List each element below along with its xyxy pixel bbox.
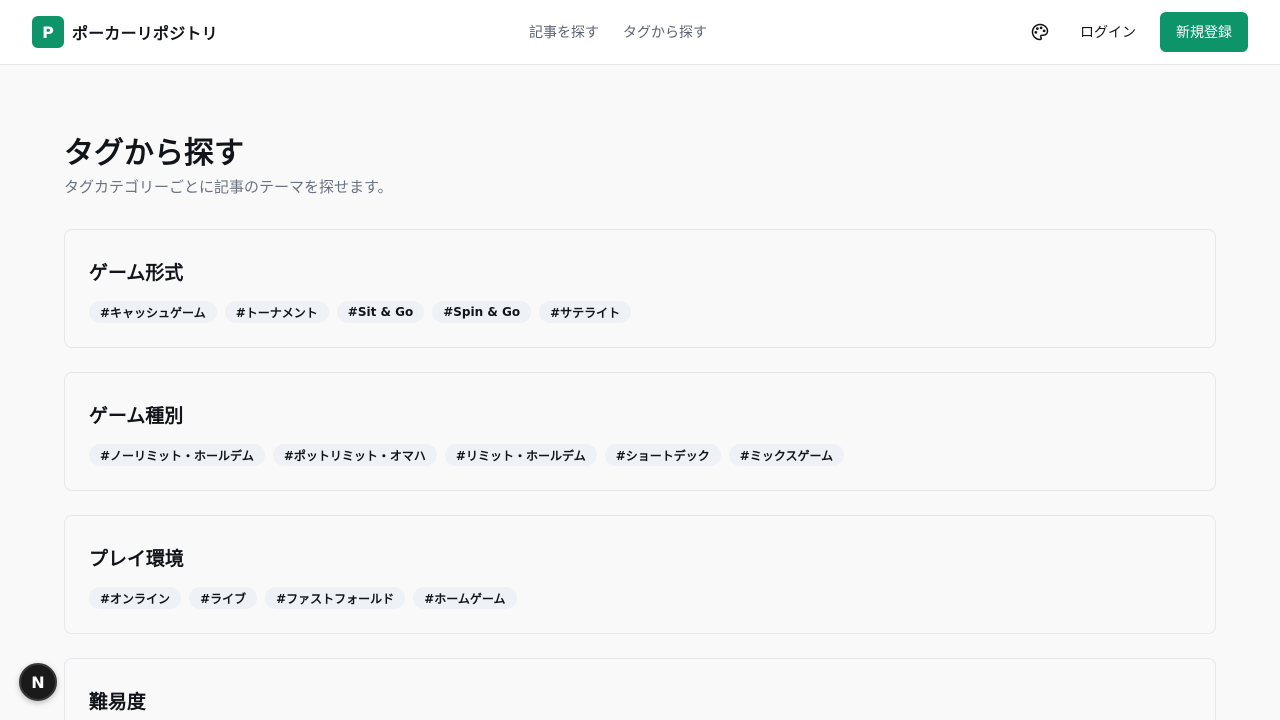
tag-chip[interactable]: #トーナメント (224, 301, 329, 323)
tag-chip[interactable]: #ポットリミット・オマハ (272, 444, 437, 466)
page-title: タグから探す (64, 136, 244, 171)
login-button[interactable]: ログイン (1068, 14, 1148, 50)
section-title: 難易度 (89, 691, 147, 713)
tag-category-game-type: ゲーム種別 #ノーリミット・ホールデム #ポットリミット・オマハ #リミット・ホ… (64, 372, 1216, 491)
nextjs-icon: N (31, 672, 45, 692)
site-header: P ポーカーリポジトリ 記事を探す タグから探す ログイン 新規登録 (0, 0, 1280, 65)
tag-chip[interactable]: #ノーリミット・ホールデム (89, 444, 265, 466)
tag-chip[interactable]: #キャッシュゲーム (89, 301, 217, 323)
tag-chip[interactable]: #ライブ (189, 587, 258, 609)
site-name: ポーカーリポジトリ (72, 24, 218, 43)
tag-chip[interactable]: #オンライン (89, 587, 182, 609)
section-title: プレイ環境 (89, 548, 185, 570)
section-title: ゲーム形式 (89, 262, 184, 284)
nav-item-articles[interactable]: 記事を探す (529, 22, 599, 42)
tag-chip[interactable]: #Sit & Go (336, 301, 425, 323)
logo-link[interactable]: P ポーカーリポジトリ (32, 16, 218, 48)
tag-list: #キャッシュゲーム #トーナメント #Sit & Go #Spin & Go #… (89, 301, 632, 323)
signup-button[interactable]: 新規登録 (1160, 12, 1248, 52)
tag-category-play-environment: プレイ環境 #オンライン #ライブ #ファストフォールド #ホームゲーム (64, 515, 1216, 634)
tag-list: #ノーリミット・ホールデム #ポットリミット・オマハ #リミット・ホールデム #… (89, 444, 845, 466)
page-subtitle: タグカテゴリーごとに記事のテーマを探せます。 (64, 178, 393, 196)
tag-chip[interactable]: #ミックスゲーム (728, 444, 845, 466)
tag-chip[interactable]: #サテライト (539, 301, 632, 323)
tag-category-game-format: ゲーム形式 #キャッシュゲーム #トーナメント #Sit & Go #Spin … (64, 229, 1216, 348)
main-nav: 記事を探す タグから探す (529, 22, 707, 42)
logo-icon: P (32, 16, 64, 48)
tag-chip[interactable]: #ホームゲーム (413, 587, 517, 609)
nextjs-devtools-button[interactable]: N (19, 663, 57, 701)
tag-list: #オンライン #ライブ #ファストフォールド #ホームゲーム (89, 587, 517, 609)
tag-chip[interactable]: #Spin & Go (432, 301, 532, 323)
nav-item-tags[interactable]: タグから探す (623, 22, 707, 42)
tag-category-difficulty: 難易度 (64, 658, 1216, 720)
tag-chip[interactable]: #ショートデック (604, 444, 721, 466)
palette-icon[interactable] (1030, 22, 1050, 42)
tag-chip[interactable]: #リミット・ホールデム (444, 444, 597, 466)
tag-chip[interactable]: #ファストフォールド (265, 587, 406, 609)
section-title: ゲーム種別 (89, 405, 184, 427)
